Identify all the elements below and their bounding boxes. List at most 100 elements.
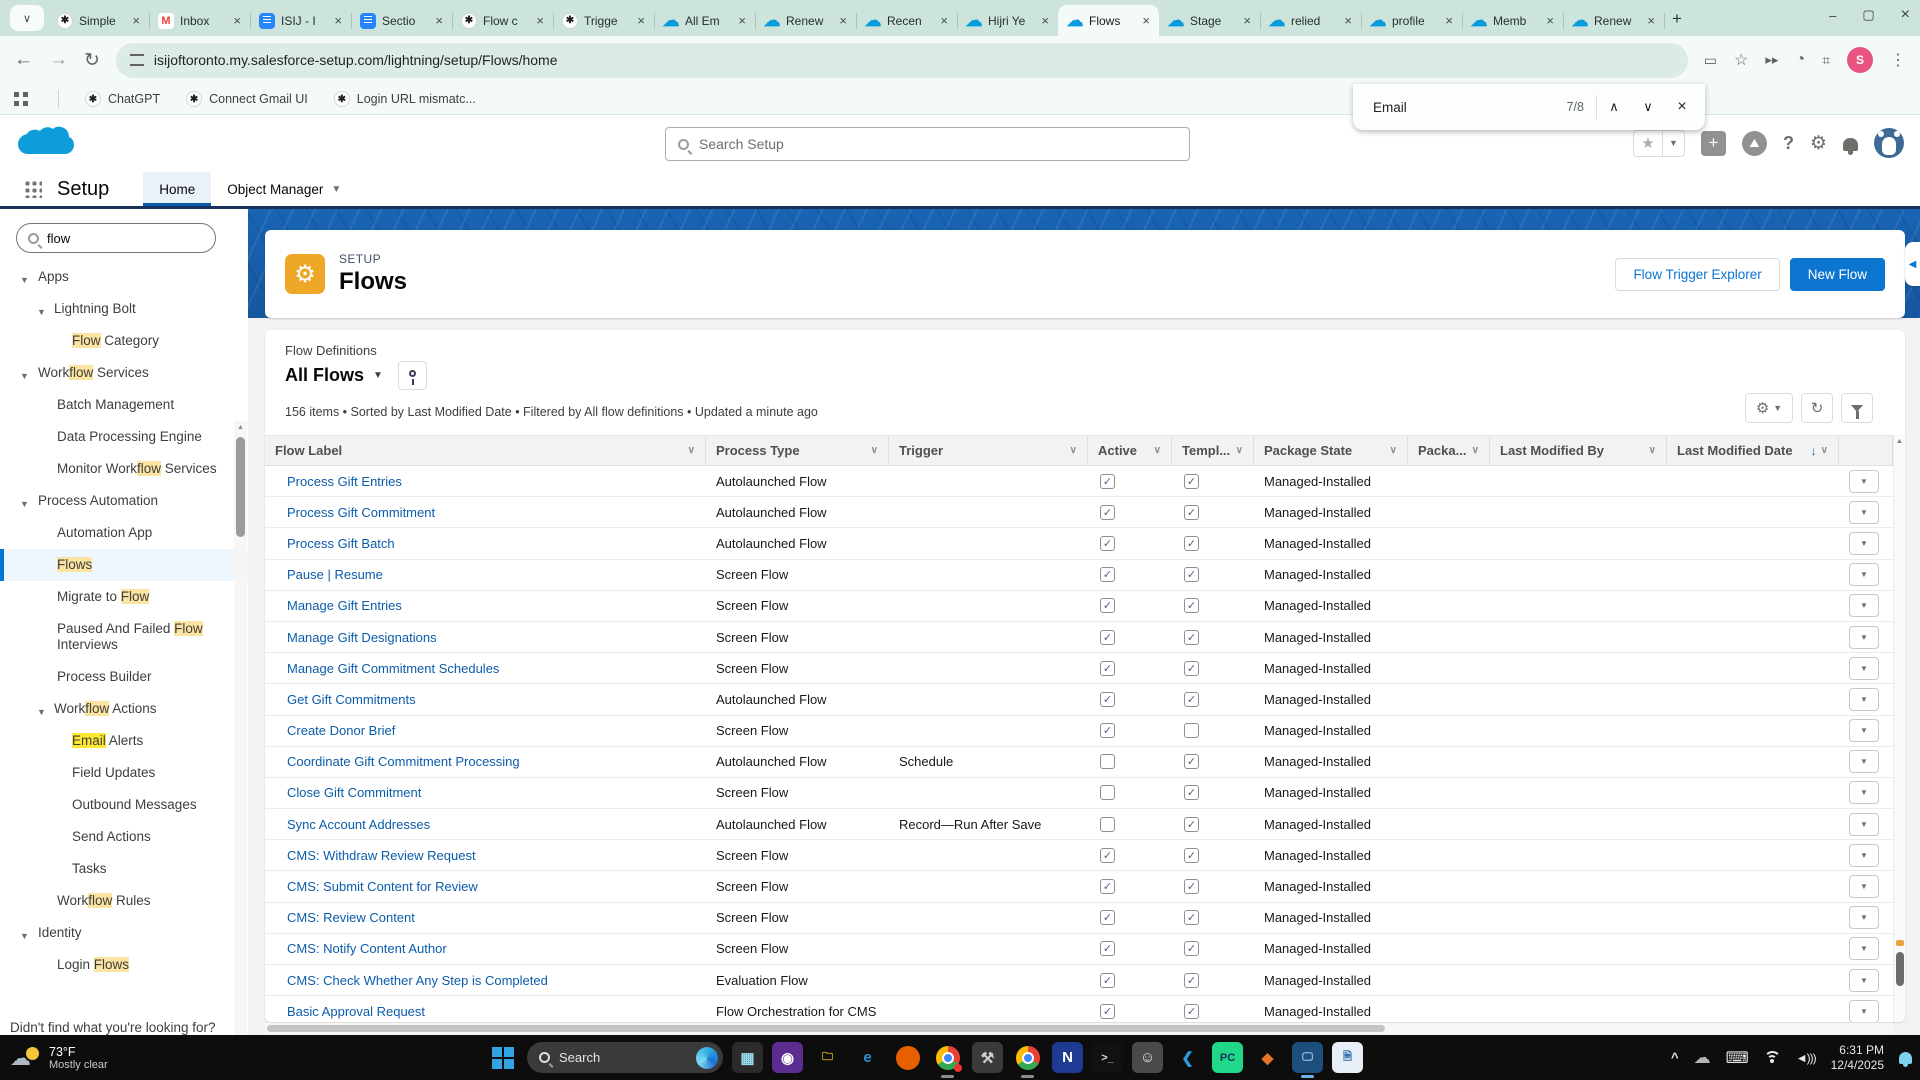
vscode-icon[interactable]: ❮ (1172, 1042, 1203, 1073)
site-settings-icon[interactable] (130, 54, 144, 66)
row-actions-button[interactable]: ▼ (1849, 813, 1879, 836)
chevron-down-icon[interactable]: ∨ (1070, 445, 1077, 456)
nav-tab-object-manager[interactable]: Object Manager▼ (211, 172, 357, 206)
tab-close-icon[interactable]: × (129, 13, 143, 28)
list-view-selector[interactable]: All Flows (285, 365, 364, 386)
help-icon[interactable]: ? (1783, 133, 1794, 154)
quick-create-icon[interactable]: + (1701, 131, 1726, 156)
flow-label-link[interactable]: CMS: Check Whether Any Step is Completed (287, 973, 548, 988)
edge-icon[interactable]: e (852, 1042, 883, 1073)
row-actions-button[interactable]: ▼ (1849, 688, 1879, 711)
chevron-down-icon[interactable]: ▼ (37, 704, 46, 720)
forward-icon[interactable]: → (49, 49, 68, 71)
flow-label-link[interactable]: Basic Approval Request (287, 1004, 425, 1019)
table-vertical-scrollbar[interactable]: ▲ (1893, 435, 1905, 1022)
apps-grid-icon[interactable] (14, 92, 28, 106)
favorites-control[interactable]: ★ ▼ (1633, 130, 1685, 157)
flow-label-link[interactable]: Coordinate Gift Commitment Processing (287, 754, 520, 769)
sidebar-item-data-processing-engine[interactable]: Data Processing Engine (0, 421, 248, 453)
tab-close-icon[interactable]: × (1644, 13, 1658, 28)
flow-label-link[interactable]: Process Gift Commitment (287, 505, 435, 520)
chevron-down-icon[interactable]: ∨ (871, 445, 878, 456)
flow-label-link[interactable]: CMS: Notify Content Author (287, 941, 447, 956)
sidebar-item-identity[interactable]: ▼Identity (0, 917, 248, 949)
flow-label-link[interactable]: Sync Account Addresses (287, 817, 430, 832)
file-explorer-icon[interactable]: 🗀 (812, 1042, 843, 1073)
tools-app-icon[interactable]: ⚒ (972, 1042, 1003, 1073)
browser-tab-relied[interactable]: ☁relied× (1260, 5, 1361, 36)
kite-app-icon[interactable]: ◆ (1252, 1042, 1283, 1073)
column-header-last-modified-date[interactable]: Last Modified Date↓∨ (1667, 436, 1839, 465)
browser-tab-inbox[interactable]: MInbox× (149, 5, 250, 36)
address-bar[interactable]: isijoftoronto.my.salesforce-setup.com/li… (116, 43, 1688, 78)
browser-tab-renew[interactable]: ☁Renew× (755, 5, 856, 36)
chevron-down-icon[interactable]: ∨ (1236, 445, 1243, 456)
sidebar-item-process-builder[interactable]: Process Builder (0, 661, 248, 693)
taskbar-search-box[interactable]: Search (527, 1042, 723, 1073)
flow-label-link[interactable]: CMS: Review Content (287, 910, 415, 925)
firefox-icon[interactable] (892, 1042, 923, 1073)
sidebar-item-workflow-rules[interactable]: Workflow Rules (0, 885, 248, 917)
row-actions-button[interactable]: ▼ (1849, 719, 1879, 742)
flow-label-link[interactable]: Manage Gift Commitment Schedules (287, 661, 499, 676)
pycharm-icon[interactable]: PC (1212, 1042, 1243, 1073)
flow-label-link[interactable]: Get Gift Commitments (287, 692, 416, 707)
chrome-icon[interactable] (1012, 1042, 1043, 1073)
tab-close-icon[interactable]: × (1442, 13, 1456, 28)
panel-collapse-toggle[interactable]: ◀ (1905, 242, 1920, 286)
tab-close-icon[interactable]: × (1341, 13, 1355, 28)
browser-tab-stage[interactable]: ☁Stage× (1159, 5, 1260, 36)
flow-label-link[interactable]: Process Gift Entries (287, 474, 402, 489)
notifications-bell-icon[interactable] (1843, 138, 1858, 151)
bookmark-login-url-mismatc-[interactable]: ✱Login URL mismatc... (334, 91, 476, 107)
media-controls-icon[interactable]: ▸▸ (1765, 52, 1778, 68)
scrollbar-thumb[interactable] (1896, 952, 1904, 986)
sidebar-item-workflow-actions[interactable]: ▼Workflow Actions (0, 693, 248, 725)
document-app-icon[interactable]: 🗎 (1332, 1042, 1363, 1073)
flow-label-link[interactable]: Pause | Resume (287, 567, 383, 582)
browser-tab-isij-i[interactable]: ISIJ - I× (250, 5, 351, 36)
browser-tab-trigge[interactable]: ✱Trigge× (553, 5, 654, 36)
close-icon[interactable]: × (1901, 6, 1910, 24)
tab-close-icon[interactable]: × (1543, 13, 1557, 28)
row-actions-button[interactable]: ▼ (1849, 906, 1879, 929)
chevron-down-icon[interactable]: ∨ (1154, 445, 1161, 456)
browser-tab-all-em[interactable]: ☁All Em× (654, 5, 755, 36)
tab-close-icon[interactable]: × (937, 13, 951, 28)
row-actions-button[interactable]: ▼ (1849, 750, 1879, 773)
flow-label-link[interactable]: Close Gift Commitment (287, 785, 421, 800)
camera-app-icon[interactable]: ◉ (772, 1042, 803, 1073)
pin-view-button[interactable] (398, 361, 427, 390)
user-avatar[interactable] (1874, 128, 1904, 158)
sidebar-item-outbound-messages[interactable]: Outbound Messages (0, 789, 248, 821)
flow-label-link[interactable]: CMS: Withdraw Review Request (287, 848, 476, 863)
find-next-icon[interactable]: ∨ (1631, 90, 1665, 124)
column-header-last-modified-by[interactable]: Last Modified By∨ (1490, 436, 1667, 465)
browser-tab-sectio[interactable]: Sectio× (351, 5, 452, 36)
favorites-caret-icon[interactable]: ▼ (1662, 131, 1684, 156)
onedrive-icon[interactable]: ☁ (1694, 1048, 1711, 1068)
table-horizontal-scrollbar[interactable] (265, 1023, 1893, 1034)
sidebar-item-migrate-to-flow[interactable]: Migrate to Flow (0, 581, 248, 613)
taskbar-weather[interactable]: ☁ 73°F Mostly clear (10, 1035, 108, 1080)
sidebar-search-input[interactable] (47, 231, 204, 246)
row-actions-button[interactable]: ▼ (1849, 657, 1879, 680)
tab-search-button[interactable]: ∨ (10, 5, 44, 31)
back-icon[interactable]: ← (14, 49, 33, 71)
chevron-down-icon[interactable]: ▼ (20, 272, 29, 288)
bookmark-chatgpt[interactable]: ✱ChatGPT (85, 91, 160, 107)
new-flow-button[interactable]: New Flow (1790, 258, 1885, 291)
reload-icon[interactable]: ↻ (84, 49, 100, 72)
browser-tab-memb[interactable]: ☁Memb× (1462, 5, 1563, 36)
task-view-icon[interactable]: ▦ (732, 1042, 763, 1073)
chevron-down-icon[interactable]: ▼ (37, 304, 46, 320)
notes-app-icon[interactable]: N (1052, 1042, 1083, 1073)
find-query-input[interactable]: Email (1373, 100, 1567, 115)
chevron-down-icon[interactable]: ▼ (20, 368, 29, 384)
column-header-package-state[interactable]: Package State∨ (1254, 436, 1408, 465)
flow-label-link[interactable]: Process Gift Batch (287, 536, 395, 551)
column-header-flow-label[interactable]: Flow Label∨ (265, 436, 706, 465)
sidebar-item-email-alerts[interactable]: Email Alerts (0, 725, 248, 757)
browser-tab-renew[interactable]: ☁Renew× (1563, 5, 1664, 36)
refresh-button[interactable]: ↻ (1801, 393, 1833, 423)
